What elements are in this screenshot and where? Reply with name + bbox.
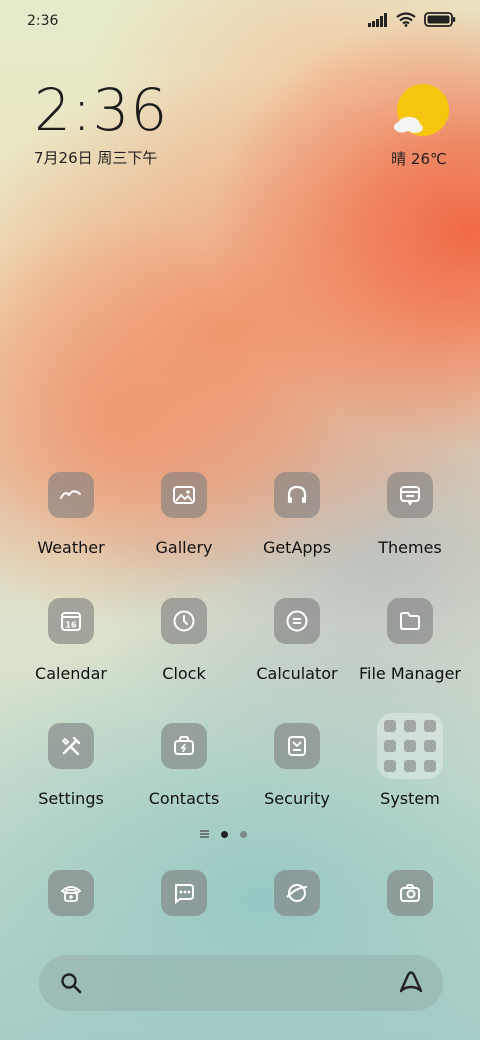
status-icons bbox=[368, 12, 456, 27]
app-label: Calculator bbox=[256, 664, 338, 683]
list-indicator-icon bbox=[200, 830, 209, 838]
app-label: Clock bbox=[162, 664, 206, 683]
clock-icon bbox=[161, 598, 207, 644]
clock-widget[interactable]: 2:36 7月26日 周三下午 bbox=[34, 80, 168, 168]
app-clock[interactable]: Clock bbox=[128, 598, 240, 683]
app-label: GetApps bbox=[262, 538, 332, 557]
battery-icon bbox=[424, 12, 456, 27]
phone-icon bbox=[48, 870, 94, 916]
search-bar[interactable] bbox=[39, 955, 443, 1011]
app-contacts[interactable]: Contacts bbox=[128, 723, 240, 808]
app-calendar[interactable]: 16 Calendar bbox=[15, 598, 127, 683]
page-dot bbox=[240, 830, 247, 838]
app-gallery[interactable]: Gallery bbox=[128, 472, 240, 557]
camera-icon bbox=[387, 870, 433, 916]
app-label: Calendar bbox=[35, 664, 107, 683]
app-label: Themes bbox=[378, 538, 442, 557]
calendar-icon: 16 bbox=[48, 598, 94, 644]
gallery-icon bbox=[161, 472, 207, 518]
app-system-folder[interactable]: System bbox=[354, 713, 466, 808]
search-icon bbox=[61, 973, 82, 994]
weather-app-icon bbox=[48, 472, 94, 518]
system-folder-icon bbox=[377, 713, 443, 779]
calendar-day: 16 bbox=[65, 621, 77, 630]
dock-messages[interactable] bbox=[128, 870, 240, 916]
dock-phone[interactable] bbox=[15, 870, 127, 916]
weather-text: 晴 26℃ bbox=[391, 150, 447, 168]
calculator-icon bbox=[274, 598, 320, 644]
sun-cloud-icon bbox=[394, 84, 449, 136]
assistant-icon[interactable] bbox=[397, 969, 425, 995]
big-clock-time: 2:36 bbox=[34, 76, 169, 144]
status-bar: 2:36 bbox=[0, 0, 480, 42]
app-label: Security bbox=[264, 789, 330, 808]
themes-icon bbox=[387, 472, 433, 518]
app-label: Weather bbox=[37, 538, 105, 557]
weather-widget[interactable]: 晴 26℃ bbox=[384, 84, 454, 169]
bag-icon bbox=[161, 723, 207, 769]
app-weather[interactable]: Weather bbox=[15, 472, 127, 557]
app-settings[interactable]: Settings bbox=[15, 723, 127, 808]
app-label: Gallery bbox=[155, 538, 213, 557]
dock-browser[interactable] bbox=[241, 870, 353, 916]
tools-icon bbox=[48, 723, 94, 769]
dock-camera[interactable] bbox=[354, 870, 466, 916]
app-label: Settings bbox=[38, 789, 104, 808]
app-themes[interactable]: Themes bbox=[354, 472, 466, 557]
date-text: 7月26日 周三下午 bbox=[34, 149, 158, 167]
page-dot-active bbox=[221, 830, 228, 838]
app-label: File Manager bbox=[359, 664, 461, 683]
page-indicator[interactable] bbox=[200, 830, 247, 838]
app-security[interactable]: Security bbox=[241, 723, 353, 808]
app-calculator[interactable]: Calculator bbox=[241, 598, 353, 683]
security-icon bbox=[274, 723, 320, 769]
status-time: 2:36 bbox=[27, 13, 59, 29]
app-file-manager[interactable]: File Manager bbox=[354, 598, 466, 683]
signal-icon bbox=[368, 12, 387, 27]
browser-icon bbox=[274, 870, 320, 916]
app-label: Contacts bbox=[148, 789, 220, 808]
wifi-icon bbox=[396, 12, 416, 27]
app-label: System bbox=[380, 789, 440, 808]
message-icon bbox=[161, 870, 207, 916]
app-getapps[interactable]: GetApps bbox=[241, 472, 353, 557]
folder-icon bbox=[387, 598, 433, 644]
headphones-icon bbox=[274, 472, 320, 518]
